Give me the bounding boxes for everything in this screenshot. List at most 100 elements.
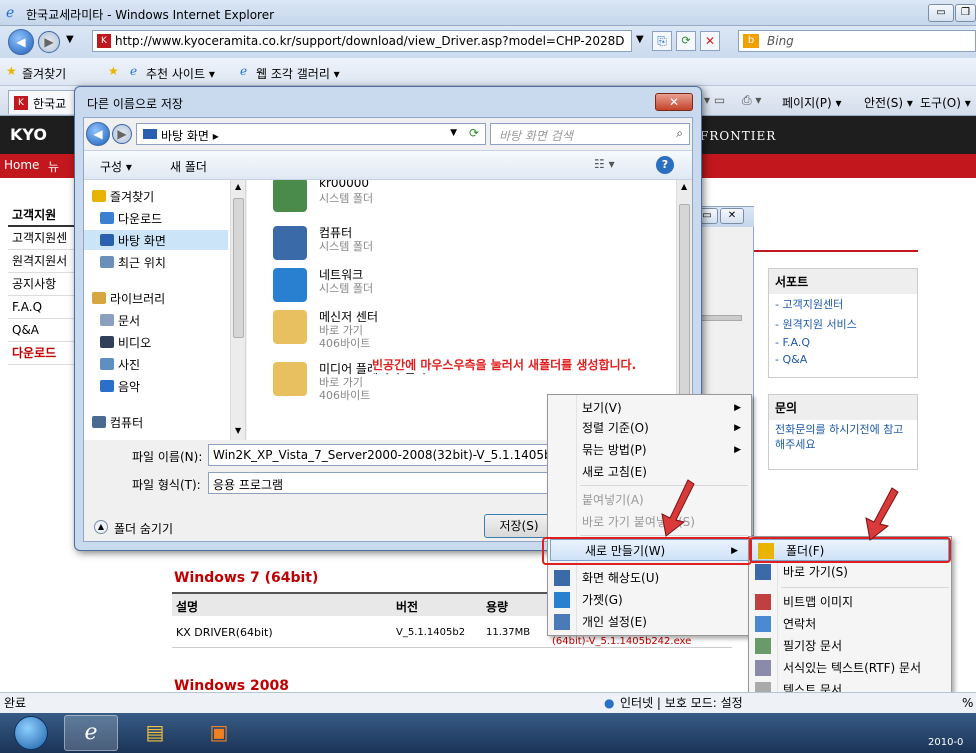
support-box: 서포트 - 고객지원센터 - 원격지원 서비스 - F.A.Q - Q&A <box>768 268 918 378</box>
suggested-sites-link[interactable]: 추천 사이트 ▾ <box>146 65 215 82</box>
submenu-item[interactable]: 바로 가기(S) <box>749 561 951 583</box>
collapse-icon[interactable]: ▲ <box>94 520 108 534</box>
context-menu-item[interactable]: 개인 설정(E) <box>548 611 751 633</box>
compatibility-icon[interactable]: ⎘ <box>652 31 672 51</box>
filename-input[interactable]: Win2K_XP_Vista_7_Server2000-2008(32bit)-… <box>208 444 558 466</box>
submenu-item[interactable]: 서식있는 텍스트(RTF) 문서 <box>749 657 951 679</box>
tree-item[interactable]: 사진 <box>84 354 228 374</box>
minimize-button[interactable]: ▭ <box>928 4 954 22</box>
submenu-item[interactable]: 필기장 문서 <box>749 635 951 657</box>
tree-item[interactable]: 비디오 <box>84 332 228 352</box>
support-link[interactable]: - 원격지원 서비스 <box>769 314 917 334</box>
dialog-breadcrumb[interactable]: 바탕 화면 ▸ ▼ ⟳ <box>136 123 486 145</box>
hide-folders-button[interactable]: 폴더 숨기기 <box>114 520 173 537</box>
left-menu-item-active[interactable]: 다운로드 <box>8 342 78 365</box>
context-menu-label: 가젯(G) <box>582 593 623 607</box>
bing-icon: b <box>743 34 759 48</box>
dialog-back-button[interactable]: ◀ <box>86 122 110 146</box>
left-menu-item[interactable]: 공지사항 <box>8 273 78 296</box>
context-menu-item[interactable]: 바로 가기 붙여넣기(S) <box>548 511 751 533</box>
refresh-icon[interactable]: ⟳ <box>676 31 696 51</box>
context-menu-item[interactable]: 정렬 기준(O) ▶ <box>548 417 751 439</box>
dialog-close-button[interactable]: ✕ <box>655 93 693 111</box>
tree-item[interactable]: 다운로드 <box>84 208 228 228</box>
forward-button[interactable]: ▶ <box>38 31 60 53</box>
view-options-icon[interactable]: ☷ ▾ <box>594 157 615 171</box>
taskbar-ie-button[interactable]: ℯ <box>64 715 118 751</box>
left-menu-item[interactable]: 원격지원서 <box>8 250 78 273</box>
url-dropdown-icon[interactable]: ▼ <box>636 34 644 45</box>
dialog-search-input[interactable]: 바탕 화면 검색 ⌕ <box>490 123 690 145</box>
context-menu-item[interactable]: 붙여넣기(A) <box>548 489 751 511</box>
context-menu-item[interactable]: 보기(V) ▶ <box>548 397 751 419</box>
page-menu[interactable]: 페이지(P) ▾ <box>782 94 842 111</box>
context-menu-label: 정렬 기준(O) <box>582 421 649 435</box>
tree-item-label: 다운로드 <box>118 212 163 226</box>
nav-home[interactable]: Home <box>4 158 39 172</box>
context-menu-item[interactable]: 가젯(G) <box>548 589 751 611</box>
support-link[interactable]: - F.A.Q <box>769 334 917 351</box>
dialog-refresh-icon[interactable]: ⟳ <box>469 126 479 140</box>
site-logo[interactable]: KYO <box>10 125 47 144</box>
tree-item[interactable]: 즐겨찾기 <box>84 186 228 206</box>
left-menu-item[interactable]: 고객지원센 <box>8 227 78 250</box>
organize-button[interactable]: 구성 ▾ <box>100 158 132 175</box>
support-link[interactable]: - Q&A <box>769 351 917 368</box>
tree-item-label: 최근 위치 <box>118 256 166 270</box>
left-menu-item[interactable]: F.A.Q <box>8 296 78 319</box>
start-button[interactable] <box>14 716 48 750</box>
add-favorite-icon[interactable]: ★ <box>108 64 119 78</box>
stop-icon[interactable]: ✕ <box>700 31 720 51</box>
submenu-item[interactable]: 비트맵 이미지 <box>749 591 951 613</box>
taskbar-explorer-button[interactable]: ▤ <box>128 715 182 751</box>
safety-menu[interactable]: 안전(S) ▾ <box>864 94 913 111</box>
inquiry-text[interactable]: 전화문의를 하시기전에 참고해주세요 <box>769 420 917 454</box>
search-input[interactable]: b Bing <box>738 30 976 52</box>
left-menu: 고객지원 고객지원센 원격지원서 공지사항 F.A.Q Q&A 다운로드 <box>8 204 78 365</box>
breadcrumb-dropdown-icon[interactable]: ▼ <box>450 128 457 138</box>
tools-menu[interactable]: 도구(O) ▾ <box>920 94 971 111</box>
tree-item[interactable]: 음악 <box>84 376 228 396</box>
home-dropdown-icon[interactable]: ▾ ▭ <box>704 93 725 107</box>
tree-item[interactable]: 컴퓨터 <box>84 412 228 432</box>
media-player-shortcut-icon <box>273 362 307 396</box>
context-menu-item[interactable]: 화면 해상도(U) <box>548 567 751 589</box>
tree-item[interactable]: 문서 <box>84 310 228 330</box>
submenu-item[interactable]: 연락처 <box>749 613 951 635</box>
nav-news[interactable]: 뉴 <box>48 158 59 175</box>
left-menu-item[interactable]: Q&A <box>8 319 78 342</box>
support-link[interactable]: - 고객지원센터 <box>769 294 917 314</box>
browser-tab[interactable]: K 한국교 <box>8 90 78 114</box>
tree-scrollbar[interactable]: ▲ ▼ <box>230 180 245 440</box>
taskbar-player-button[interactable]: ▣ <box>192 715 246 751</box>
tree-item[interactable]: 바탕 화면 <box>84 230 228 250</box>
gadget-icon <box>554 592 570 608</box>
back-button[interactable]: ◀ <box>8 29 34 55</box>
list-item[interactable]: 컴퓨터 시스템 폴더 <box>247 220 667 266</box>
bg-close-button[interactable]: ✕ <box>720 208 744 224</box>
zoom-level[interactable]: % <box>962 693 973 713</box>
tree-item[interactable]: 최근 위치 <box>84 252 228 272</box>
list-item[interactable]: kr00000 시스템 폴더 <box>247 180 667 218</box>
context-menu-item[interactable]: 묶는 방법(P) ▶ <box>548 439 751 461</box>
print-icon[interactable]: ⎙ ▾ <box>742 93 761 108</box>
dialog-forward-button[interactable]: ▶ <box>112 124 132 144</box>
driver-download-link[interactable]: (64bit)-V_5.1.1405b242.exe <box>552 636 691 647</box>
web-slice-gallery-link[interactable]: 웹 조각 갤러리 ▾ <box>256 65 340 82</box>
computer-icon <box>92 416 106 428</box>
context-menu-item[interactable]: 새로 고침(E) <box>548 461 751 483</box>
tree-scroll-thumb[interactable] <box>233 198 244 338</box>
restore-button[interactable]: ❐ <box>955 4 976 22</box>
favorites-button[interactable]: 즐겨찾기 <box>22 65 66 82</box>
tree-item[interactable]: 라이브러리 <box>84 288 228 308</box>
list-item[interactable]: 메신저 센터 바로 가기 406바이트 <box>247 304 667 350</box>
save-button[interactable]: 저장(S) <box>484 514 554 538</box>
list-item[interactable]: 네트워크 시스템 폴더 <box>247 262 667 308</box>
filetype-select[interactable]: 응용 프로그램 <box>208 472 558 494</box>
help-icon[interactable]: ? <box>656 156 674 174</box>
highlight-folder-item <box>749 537 951 563</box>
url-input[interactable]: K http://www.kyoceramita.co.kr/support/d… <box>92 30 632 52</box>
file-scroll-thumb[interactable] <box>679 204 690 404</box>
new-folder-button[interactable]: 새 폴더 <box>170 158 207 175</box>
history-dropdown-icon[interactable]: ▼ <box>66 34 74 45</box>
